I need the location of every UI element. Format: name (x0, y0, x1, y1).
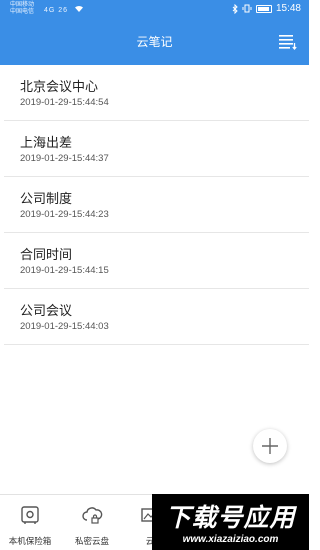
note-title: 公司制度 (20, 191, 73, 206)
tab-private-cloud[interactable]: 私密云盘 (62, 495, 122, 550)
cloud-lock-icon (82, 507, 103, 524)
page-title: 云笔记 (136, 35, 173, 49)
status-right: 15:48 (232, 3, 301, 14)
sort-menu-button[interactable] (279, 34, 297, 51)
tab-label: 私密云盘 (74, 536, 109, 546)
note-title: 合同时间 (20, 247, 73, 262)
list-item[interactable]: 合同时间 2019-01-29-15:44:15 (4, 233, 309, 289)
note-timestamp: 2019-01-29-15:44:15 (20, 265, 109, 276)
signal-text: 4G 26 (44, 7, 69, 14)
note-title: 上海出差 (20, 135, 73, 150)
status-bar: 中国移动 中国电信 4G 26 15:48 (0, 0, 309, 20)
carrier-info: 中国移动 中国电信 (10, 2, 34, 16)
note-timestamp: 2019-01-29-15:44:54 (20, 97, 109, 108)
list-item[interactable]: 公司会议 2019-01-29-15:44:03 (4, 289, 309, 345)
note-timestamp: 2019-01-29-15:44:03 (20, 321, 109, 332)
note-title: 公司会议 (20, 303, 73, 318)
tab-label: 本机保险箱 (8, 536, 52, 546)
list-item[interactable]: 上海出差 2019-01-29-15:44:37 (4, 121, 309, 177)
watermark-banner: 下载号应用 www.xiazaiziao.com (152, 494, 309, 550)
note-title: 北京会议中心 (20, 79, 99, 94)
bluetooth-icon (232, 3, 238, 14)
plus-icon (262, 438, 278, 454)
carrier-line1: 中国移动 (10, 2, 35, 8)
add-note-button[interactable] (253, 429, 287, 463)
notes-list: 北京会议中心 2019-01-29-15:44:54 上海出差 2019-01-… (0, 65, 309, 345)
note-timestamp: 2019-01-29-15:44:37 (20, 153, 109, 164)
app-bar: 云笔记 (0, 20, 309, 65)
watermark-text: 下载号应用 (165, 503, 296, 532)
battery-icon (255, 4, 272, 13)
signal-indicator: 4G 26 (44, 5, 84, 14)
vibrate-icon (242, 4, 252, 13)
watermark-url: www.xiazaiziao.com (182, 534, 279, 545)
sort-list-icon (279, 35, 297, 51)
status-time: 15:48 (275, 3, 301, 14)
carrier-line2: 中国电信 (10, 9, 35, 15)
safe-icon (21, 506, 39, 524)
wifi-icon (75, 5, 84, 12)
list-item[interactable]: 北京会议中心 2019-01-29-15:44:54 (4, 65, 309, 121)
tab-local-safe[interactable]: 本机保险箱 (0, 495, 60, 550)
note-timestamp: 2019-01-29-15:44:23 (20, 209, 109, 220)
list-item[interactable]: 公司制度 2019-01-29-15:44:23 (4, 177, 309, 233)
